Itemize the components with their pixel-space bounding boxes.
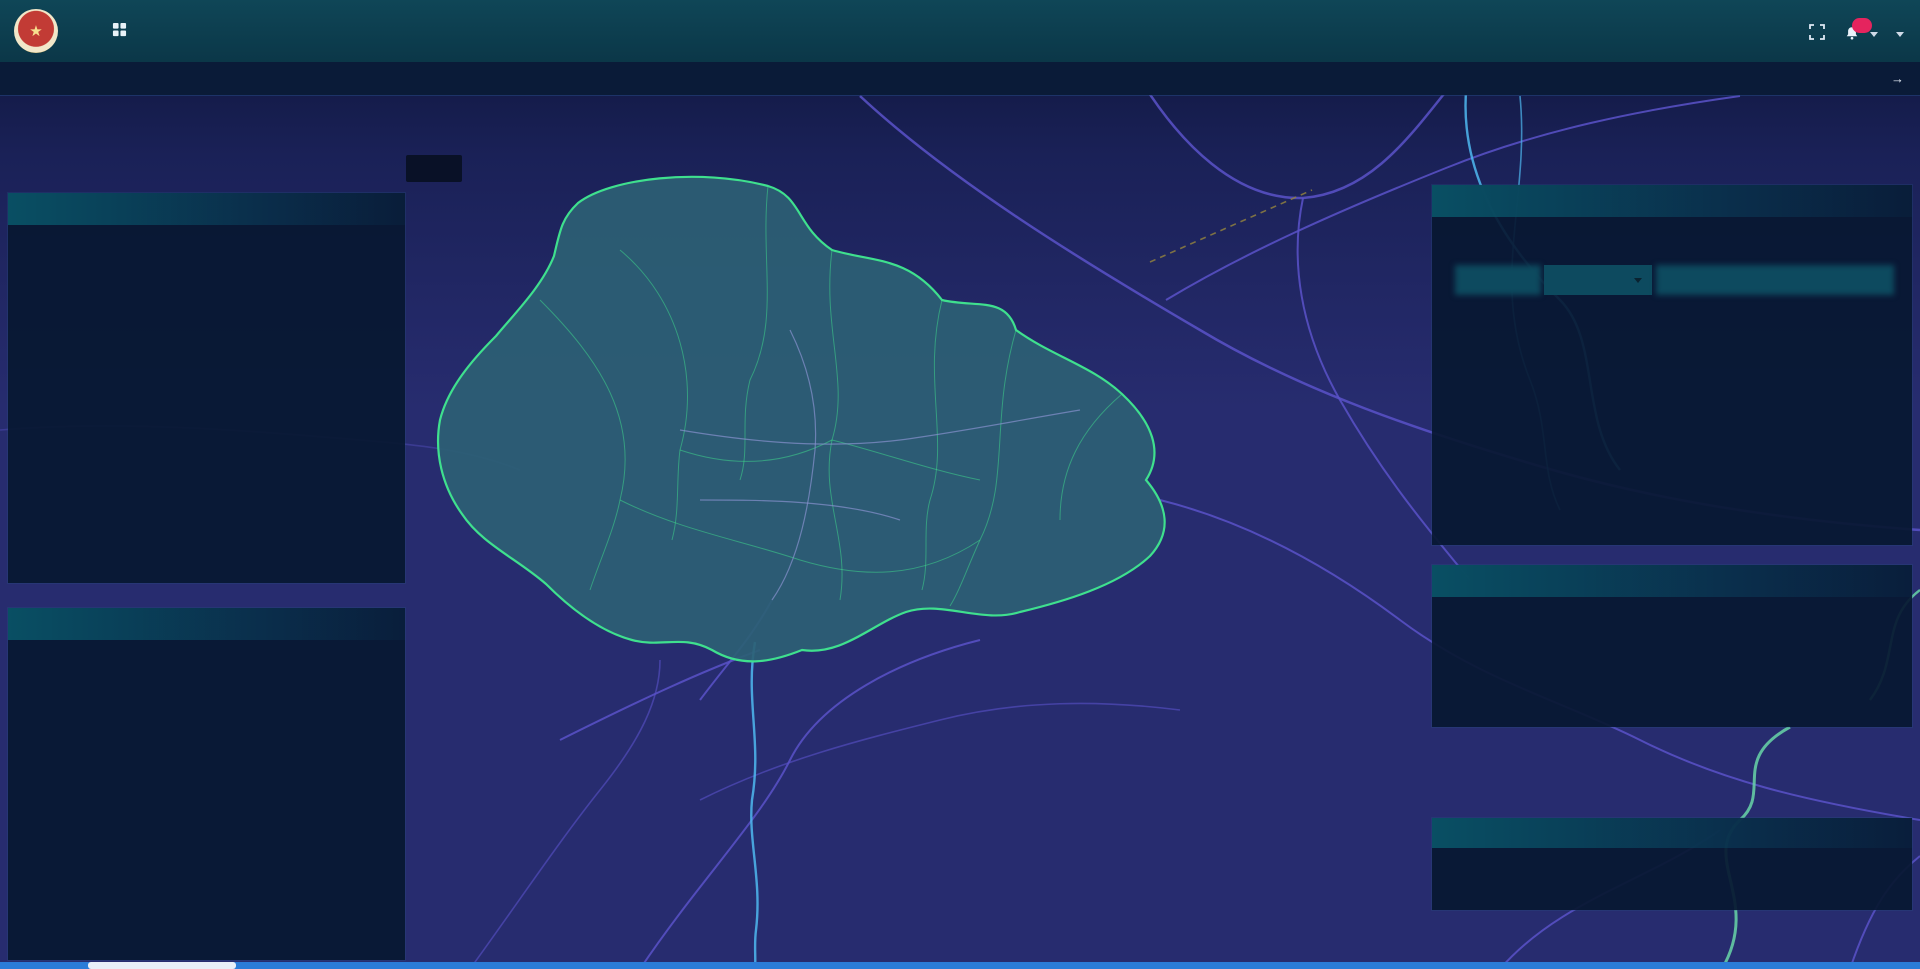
panel-enterprise-stats (8, 193, 405, 583)
chevron-down-icon[interactable] (1896, 32, 1904, 37)
date-field[interactable] (1656, 265, 1894, 295)
app-logo-icon: ★ (14, 9, 58, 53)
filter-label (1455, 265, 1541, 295)
fullscreen-icon[interactable] (1809, 24, 1825, 45)
grid-nav-icon (112, 22, 127, 40)
system-nav-button[interactable] (112, 22, 134, 40)
bell-icon[interactable] (1843, 25, 1861, 43)
subnav-shortcuts (0, 96, 680, 180)
app-header: ★ (0, 0, 1920, 62)
chevron-down-icon[interactable] (1870, 32, 1878, 37)
platform-link[interactable]: → (1887, 71, 1904, 86)
panel-abnormal-monitoring (1432, 565, 1912, 727)
scrollbar-thumb[interactable] (88, 962, 236, 969)
dashboard: ★ (0, 0, 1920, 969)
arrow-right-icon: → (1891, 71, 1904, 86)
period-select[interactable] (1544, 265, 1652, 295)
panel-warning-disposal (1432, 818, 1912, 910)
main-nav: → (0, 62, 1920, 95)
panel-two-key-one-major (8, 608, 405, 960)
chevron-down-icon (1634, 278, 1642, 283)
notification-badge (1852, 18, 1872, 33)
panel-warning-stats (1432, 185, 1912, 545)
horizontal-scrollbar[interactable] (0, 962, 1920, 969)
